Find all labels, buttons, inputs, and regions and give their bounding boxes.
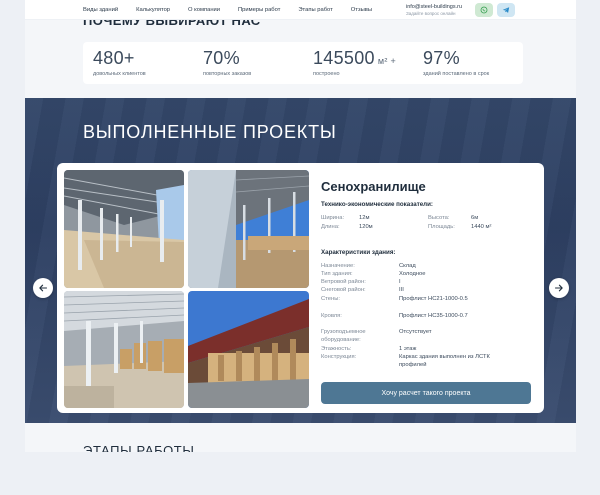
hangar-interior-image bbox=[64, 170, 184, 288]
hangar-exterior-image bbox=[188, 291, 309, 408]
char-value: 1 этаж bbox=[399, 346, 417, 352]
stat-on-time: 97% зданий поставлено в срок bbox=[423, 48, 489, 77]
nav-item-building-types[interactable]: Виды зданий bbox=[83, 7, 118, 13]
request-calculation-button[interactable]: Хочу расчет такого проекта bbox=[321, 382, 531, 404]
contacts-block: info@steel-buildings.ru Задайте вопрос о… bbox=[406, 4, 462, 16]
tech-key: Площадь: bbox=[428, 224, 455, 230]
stat-unit: м² + bbox=[377, 56, 397, 66]
char-key: Этажность: bbox=[321, 346, 352, 352]
project-photo-1[interactable] bbox=[64, 170, 184, 288]
char-value: Отсутствует bbox=[399, 329, 432, 335]
char-key: Конструкция: bbox=[321, 354, 357, 360]
whatsapp-icon bbox=[480, 6, 488, 14]
page-frame: Виды зданий Калькулятор О компании Приме… bbox=[25, 0, 576, 452]
char-key: Грузоподъемное bbox=[321, 329, 366, 335]
whatsapp-button[interactable] bbox=[475, 3, 493, 17]
email-link[interactable]: info@steel-buildings.ru bbox=[406, 4, 462, 10]
nav-item-stages[interactable]: Этапы работ bbox=[298, 7, 332, 13]
next-slide-button[interactable] bbox=[549, 278, 569, 298]
stat-label: зданий поставлено в срок bbox=[423, 71, 490, 77]
arrow-right-icon bbox=[554, 284, 563, 292]
nav-item-examples[interactable]: Примеры работ bbox=[238, 7, 280, 13]
top-navigation: Виды зданий Калькулятор О компании Приме… bbox=[25, 0, 576, 20]
char-value: III bbox=[399, 287, 404, 293]
char-value: Склад bbox=[399, 263, 416, 269]
project-photo-4[interactable] bbox=[188, 291, 309, 408]
tech-key: Ширина: bbox=[321, 215, 345, 221]
project-name: Сенохранилище bbox=[321, 179, 426, 194]
hay-bales-interior-image bbox=[64, 291, 184, 408]
tech-value: 120м bbox=[359, 224, 373, 230]
char-value: I bbox=[399, 279, 401, 285]
char-key: Кровля: bbox=[321, 313, 342, 319]
tech-value: 12м bbox=[359, 215, 370, 221]
char-value: Холодное bbox=[399, 271, 426, 277]
stat-value: 480+ bbox=[93, 48, 135, 68]
tech-key: Длина: bbox=[321, 224, 340, 230]
char-key: Назначение: bbox=[321, 263, 355, 269]
tech-key: Высота: bbox=[428, 215, 450, 221]
char-value: Профлист НС35-1000-0.7 bbox=[399, 313, 468, 319]
hangar-side-image bbox=[188, 170, 309, 288]
char-value: Каркас здания выполнен из ЛСТК bbox=[399, 354, 490, 360]
stages-title: Этапы работы bbox=[83, 443, 195, 452]
nav-item-calculator[interactable]: Калькулятор bbox=[136, 7, 170, 13]
stat-clients: 480+ довольных клиентов bbox=[93, 48, 146, 77]
nav-item-about[interactable]: О компании bbox=[188, 7, 220, 13]
tech-heading: Технико-экономические показатели: bbox=[321, 201, 433, 208]
why-section: Почему выбирают нас 480+ довольных клиен… bbox=[25, 13, 576, 98]
stats-card: 480+ довольных клиентов 70% повторных за… bbox=[83, 42, 523, 84]
char-value-cont: профилей bbox=[399, 362, 427, 368]
tech-value: 6м bbox=[471, 215, 479, 221]
project-photo-2[interactable] bbox=[188, 170, 309, 288]
char-key: Тип здания: bbox=[321, 271, 353, 277]
tech-value: 1440 м² bbox=[471, 224, 492, 230]
stat-value: 97% bbox=[423, 48, 460, 68]
char-key: Стены: bbox=[321, 296, 340, 302]
project-photo-3[interactable] bbox=[64, 291, 184, 408]
arrow-left-icon bbox=[39, 284, 48, 292]
email-hint: Задайте вопрос онлайн bbox=[406, 11, 456, 16]
stat-repeat-orders: 70% повторных заказов bbox=[203, 48, 251, 77]
char-value: Профлист НС21-1000-0.5 bbox=[399, 296, 468, 302]
chars-heading: Характеристики здания: bbox=[321, 249, 396, 256]
projects-title: Выполненные проекты bbox=[83, 122, 337, 142]
project-card: Сенохранилище Технико-экономические пока… bbox=[57, 163, 544, 413]
stat-label: довольных клиентов bbox=[93, 71, 146, 77]
stat-value: 70% bbox=[203, 48, 240, 68]
projects-section: Выполненные проекты bbox=[25, 98, 576, 423]
nav-item-reviews[interactable]: Отзывы bbox=[351, 7, 372, 13]
char-key: Снеговой район: bbox=[321, 287, 366, 293]
prev-slide-button[interactable] bbox=[33, 278, 53, 298]
char-key-cont: оборудование: bbox=[321, 337, 361, 343]
stages-section: Этапы работы bbox=[25, 423, 576, 452]
stat-value: 145500 bbox=[313, 48, 375, 68]
stat-label: построено bbox=[313, 71, 340, 77]
stat-label: повторных заказов bbox=[203, 71, 252, 77]
telegram-icon bbox=[502, 7, 510, 13]
telegram-button[interactable] bbox=[497, 3, 515, 17]
char-key: Ветровой район: bbox=[321, 279, 366, 285]
stat-built-area: 145500 м² + построено bbox=[313, 48, 396, 77]
